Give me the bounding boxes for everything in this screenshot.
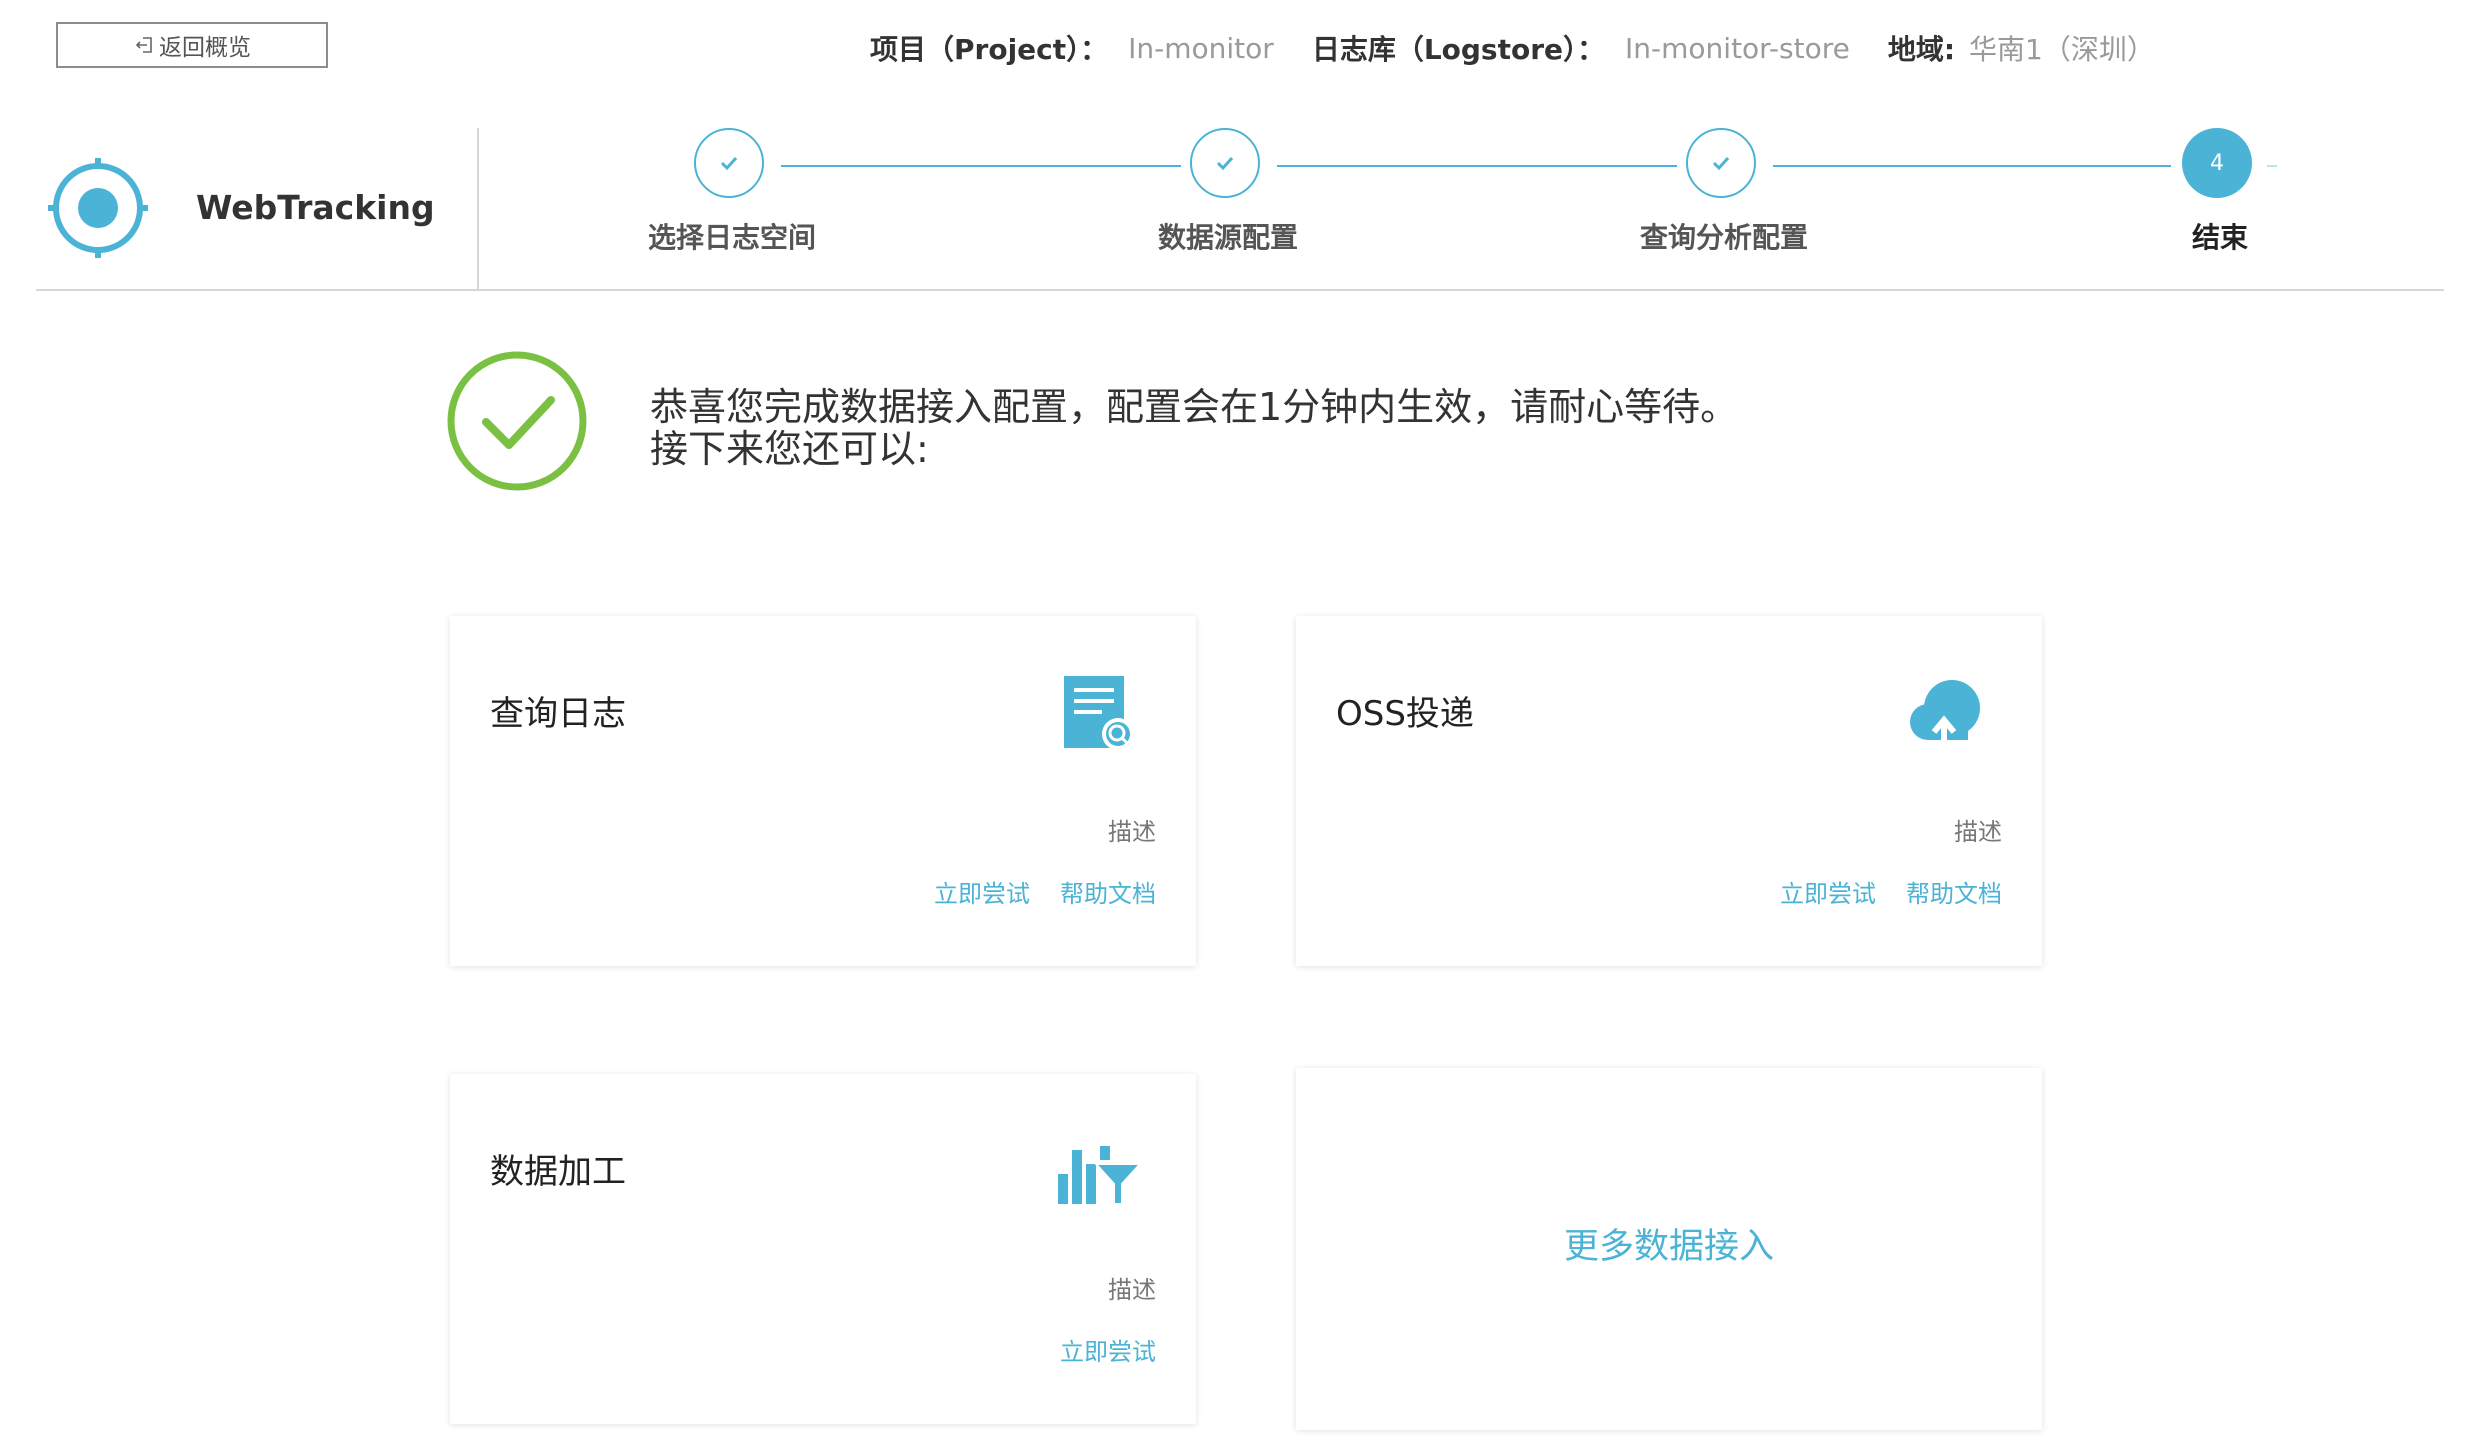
step-connector	[781, 165, 1181, 167]
project-value: In-monitor	[1128, 31, 1274, 65]
card-description: 描述	[1108, 818, 1156, 846]
cloud-upload-icon	[1910, 680, 1980, 750]
card-description: 描述	[1108, 1276, 1156, 1304]
project-meta-bar: 项目（Project）： In-monitor 日志库（Logstore）： I…	[870, 28, 2193, 68]
back-to-overview-button[interactable]: 返回概览	[56, 22, 328, 68]
help-doc-link[interactable]: 帮助文档	[1906, 874, 2002, 909]
back-icon	[135, 37, 152, 53]
project-label: 项目（Project）：	[870, 33, 1109, 66]
region-label: 地域:	[1887, 33, 1956, 66]
card-description: 描述	[1954, 818, 2002, 846]
product-name: WebTracking	[196, 188, 435, 227]
header-divider	[36, 289, 2444, 291]
step-connector	[1773, 165, 2171, 167]
data-processing-card: 数据加工 描述 立即尝试	[450, 1074, 1196, 1424]
step-4-indicator: 4	[2182, 128, 2252, 198]
step-3-label: 查询分析配置	[1639, 221, 1808, 254]
card-title: 数据加工	[490, 1152, 626, 1192]
step-3-indicator	[1686, 128, 1756, 198]
oss-delivery-card: OSS投递 描述 立即尝试 帮助文档	[1296, 616, 2042, 966]
step-connector	[1277, 165, 1677, 167]
header-vertical-divider	[477, 128, 479, 290]
more-ingestion-card[interactable]: 更多数据接入	[1296, 1068, 2042, 1430]
step-connector-tail	[2267, 165, 2277, 167]
step-4-label: 结束	[2191, 221, 2248, 254]
log-search-icon	[1064, 676, 1134, 750]
more-ingestion-link[interactable]: 更多数据接入	[1296, 1218, 2042, 1269]
card-links: 立即尝试	[1030, 1332, 1156, 1367]
data-process-icon	[1058, 1146, 1140, 1205]
step-1-label: 选择日志空间	[647, 221, 816, 254]
logstore-meta: 日志库（Logstore）： In-monitor-store	[1312, 28, 1850, 68]
project-meta: 项目（Project）： In-monitor	[870, 28, 1274, 68]
region-value: 华南1（深圳）	[1969, 33, 2155, 66]
step-2-indicator	[1190, 128, 1260, 198]
help-doc-link[interactable]: 帮助文档	[1060, 874, 1156, 909]
step-1-indicator	[694, 128, 764, 198]
success-check-icon	[447, 351, 587, 491]
try-now-link[interactable]: 立即尝试	[1780, 874, 1876, 909]
card-title: 查询日志	[490, 694, 626, 734]
page: 返回概览 项目（Project）： In-monitor 日志库（Logstor…	[0, 0, 2478, 1438]
region-meta: 地域: 华南1（深圳）	[1888, 28, 2155, 68]
check-icon	[720, 156, 738, 171]
webtracking-logo-icon	[48, 158, 148, 258]
logstore-value: In-monitor-store	[1625, 31, 1850, 65]
check-icon	[1216, 156, 1234, 171]
check-icon	[1712, 156, 1730, 171]
step-2-label: 数据源配置	[1157, 221, 1298, 254]
try-now-link[interactable]: 立即尝试	[1060, 1332, 1156, 1367]
back-button-label: 返回概览	[159, 35, 251, 61]
card-links: 立即尝试 帮助文档	[1750, 874, 2002, 909]
query-logs-card: 查询日志 描述 立即尝试 帮助文档	[450, 616, 1196, 966]
step-4-number: 4	[2210, 150, 2224, 176]
card-title: OSS投递	[1336, 694, 1474, 734]
try-now-link[interactable]: 立即尝试	[934, 874, 1030, 909]
success-subtitle: 接下来您还可以:	[650, 427, 929, 471]
logstore-label: 日志库（Logstore）：	[1311, 33, 1606, 66]
card-links: 立即尝试 帮助文档	[904, 874, 1156, 909]
